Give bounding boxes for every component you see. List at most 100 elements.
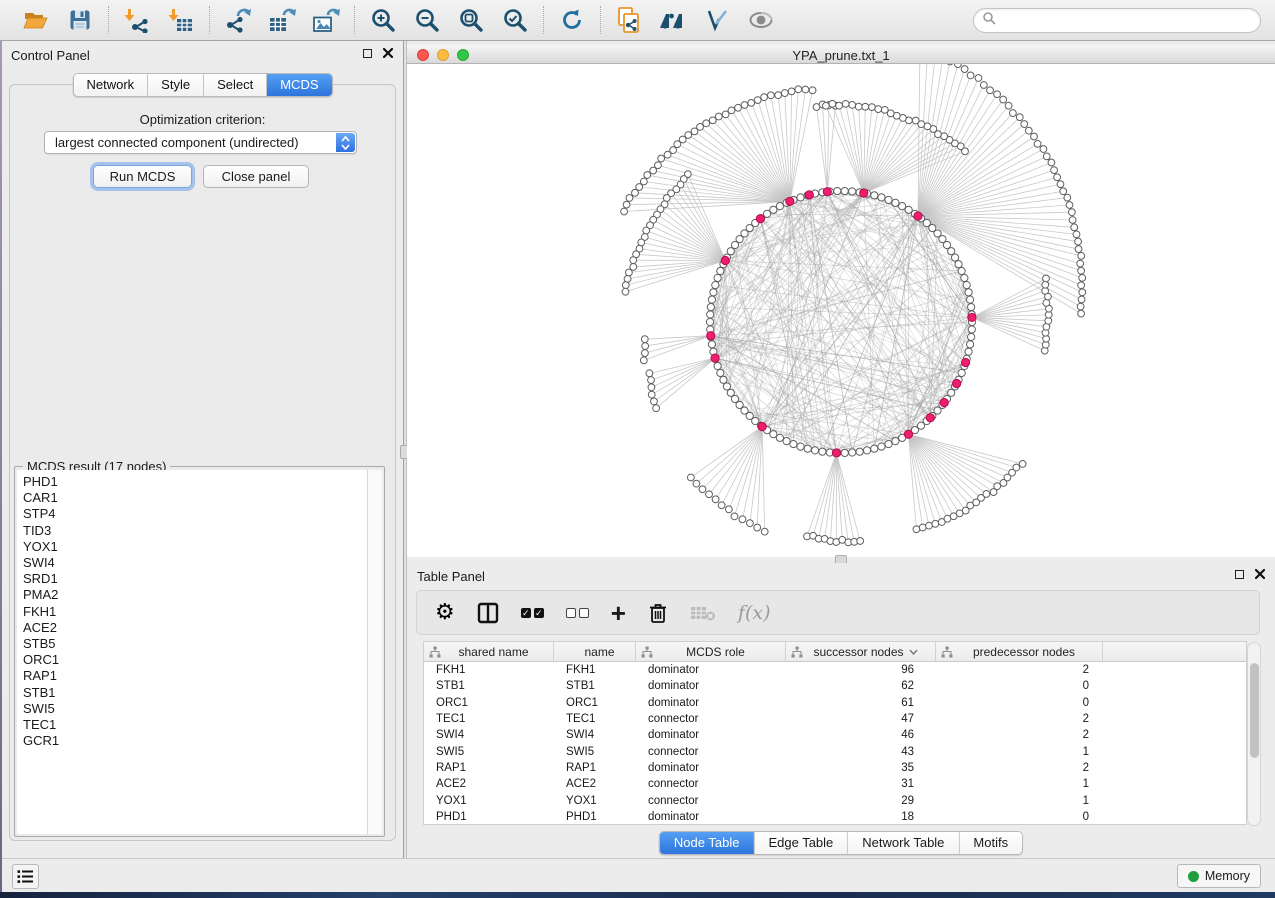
network-node[interactable] <box>707 311 714 318</box>
network-node[interactable] <box>626 195 633 202</box>
close-table-panel-icon[interactable] <box>1255 569 1265 579</box>
network-node[interactable] <box>968 333 975 340</box>
network-node[interactable] <box>948 389 955 396</box>
tab-node-table[interactable]: Node Table <box>660 832 755 854</box>
network-node[interactable] <box>1040 146 1047 153</box>
network-node[interactable] <box>781 90 788 97</box>
select-all-icon[interactable]: ✓✓ <box>521 598 544 628</box>
network-node[interactable] <box>775 92 782 99</box>
network-node[interactable] <box>1075 246 1082 253</box>
network-node[interactable] <box>899 203 906 210</box>
network-node[interactable] <box>875 106 882 113</box>
network-node[interactable] <box>767 92 774 99</box>
settings-gear-icon[interactable]: ⚙ <box>435 598 455 628</box>
tab-style[interactable]: Style <box>148 74 204 96</box>
mcds-result-item[interactable]: RAP1 <box>23 668 367 684</box>
network-node[interactable] <box>712 496 719 503</box>
network-node[interactable] <box>849 102 856 109</box>
tab-motifs[interactable]: Motifs <box>959 832 1022 854</box>
network-node[interactable] <box>632 189 639 196</box>
network-node[interactable] <box>1078 282 1085 289</box>
network-node[interactable] <box>1034 140 1041 147</box>
network-node[interactable] <box>625 269 632 276</box>
network-node[interactable] <box>1078 296 1085 303</box>
network-hub-node[interactable] <box>707 332 715 340</box>
network-node[interactable] <box>717 267 724 274</box>
network-node[interactable] <box>1079 289 1086 296</box>
mcds-result-item[interactable]: YOX1 <box>23 539 367 555</box>
network-node[interactable] <box>1048 159 1055 166</box>
network-node[interactable] <box>747 520 754 527</box>
network-hub-node[interactable] <box>823 188 831 196</box>
network-node[interactable] <box>703 120 710 127</box>
network-node[interactable] <box>770 431 777 438</box>
network-node[interactable] <box>951 254 958 261</box>
mcds-result-item[interactable]: PHD1 <box>23 474 367 490</box>
table-row[interactable]: FKH1FKH1dominator962 <box>424 662 1246 678</box>
network-node[interactable] <box>892 199 899 206</box>
add-column-icon[interactable]: + <box>611 598 626 628</box>
network-hub-node[interactable] <box>926 414 934 422</box>
network-node[interactable] <box>1009 110 1016 117</box>
column-header-predecessor-nodes[interactable]: predecessor nodes <box>936 642 1103 661</box>
network-node[interactable] <box>727 248 734 255</box>
network-node[interactable] <box>958 267 965 274</box>
network-node[interactable] <box>961 274 968 281</box>
network-node[interactable] <box>892 438 899 445</box>
column-header-MCDS-role[interactable]: MCDS role <box>636 642 786 661</box>
network-hub-node[interactable] <box>721 256 729 264</box>
network-node[interactable] <box>862 103 869 110</box>
task-history-button[interactable] <box>12 864 39 889</box>
network-hub-node[interactable] <box>953 379 961 387</box>
network-hub-node[interactable] <box>786 197 794 205</box>
network-node[interactable] <box>965 289 972 296</box>
deselect-all-icon[interactable] <box>566 598 589 628</box>
network-hub-node[interactable] <box>832 449 840 457</box>
network-node[interactable] <box>754 97 761 104</box>
search-network-icon[interactable] <box>658 5 688 35</box>
export-table-icon[interactable] <box>267 5 297 35</box>
network-node[interactable] <box>621 208 628 215</box>
network-node[interactable] <box>1000 96 1007 103</box>
mcds-result-item[interactable]: TID3 <box>23 523 367 539</box>
network-node[interactable] <box>630 257 637 264</box>
network-hub-node[interactable] <box>758 423 766 431</box>
zoom-fit-icon[interactable] <box>456 5 486 35</box>
table-row[interactable]: ACE2ACE2connector311 <box>424 776 1246 792</box>
network-node[interactable] <box>955 261 962 268</box>
table-scrollbar[interactable] <box>1247 642 1261 826</box>
network-node[interactable] <box>919 524 926 531</box>
network-node[interactable] <box>708 296 715 303</box>
network-node[interactable] <box>1079 274 1086 281</box>
zoom-selected-icon[interactable] <box>500 5 530 35</box>
network-node[interactable] <box>712 281 719 288</box>
network-hub-node[interactable] <box>904 430 912 438</box>
network-node[interactable] <box>648 377 655 384</box>
table-row[interactable]: SWI4SWI4dominator462 <box>424 727 1246 743</box>
network-node[interactable] <box>718 502 725 509</box>
column-header-successor-nodes[interactable]: successor nodes <box>786 642 936 661</box>
mcds-result-item[interactable]: SRD1 <box>23 571 367 587</box>
vizmapper-icon[interactable] <box>702 5 732 35</box>
mcds-result-item[interactable]: FKH1 <box>23 604 367 620</box>
close-panel-icon[interactable] <box>383 48 393 58</box>
network-node[interactable] <box>987 87 994 94</box>
network-node[interactable] <box>642 350 649 357</box>
zoom-out-icon[interactable] <box>412 5 442 35</box>
network-node[interactable] <box>648 384 655 391</box>
network-node[interactable] <box>646 370 653 377</box>
delete-icon[interactable] <box>648 598 668 628</box>
table-row[interactable]: TEC1TEC1connector472 <box>424 711 1246 727</box>
network-node[interactable] <box>706 491 713 498</box>
table-scrollbar-thumb[interactable] <box>1250 663 1259 758</box>
network-node[interactable] <box>885 440 892 447</box>
network-node[interactable] <box>797 194 804 201</box>
network-node[interactable] <box>1031 133 1038 140</box>
network-node[interactable] <box>644 172 651 179</box>
network-node[interactable] <box>947 64 954 65</box>
network-node[interactable] <box>1043 153 1050 160</box>
network-node[interactable] <box>622 288 629 295</box>
network-node[interactable] <box>822 102 829 109</box>
network-node[interactable] <box>699 486 706 493</box>
network-node[interactable] <box>855 103 862 110</box>
